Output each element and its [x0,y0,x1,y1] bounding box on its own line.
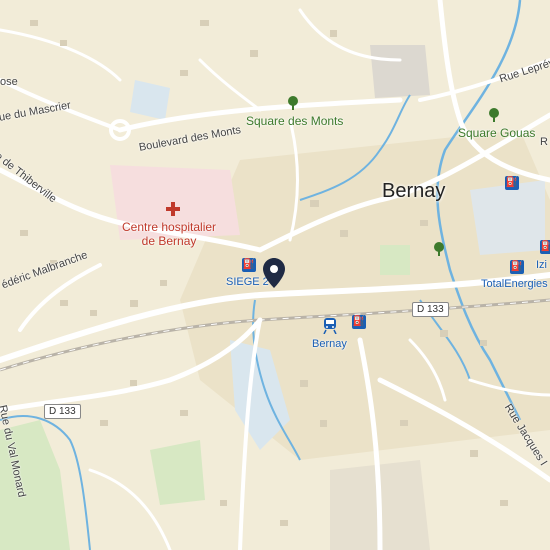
hospital-label-line2: de Bernay [141,234,197,248]
park-area [380,245,410,275]
park-area [150,440,205,505]
tree-icon [488,108,500,127]
road-shield-d133: D 133 [412,302,449,317]
tree-icon [287,96,299,115]
train-icon[interactable] [323,318,337,339]
hospital-cross-icon[interactable] [166,202,180,221]
city-label[interactable]: Bernay [382,180,445,203]
tree-icon [433,242,445,261]
street-label-rose: ose [0,76,18,88]
road-shield-d133: D 133 [44,404,81,419]
poi-label-totalenergies[interactable]: TotalEnergies [481,278,548,290]
street-label-edge: R [540,136,548,148]
industrial-area [370,45,430,98]
fuel-icon[interactable]: ⛽ [242,258,256,272]
park-label-square-gouas[interactable]: Square Gouas [458,126,535,140]
fuel-icon[interactable]: ⛽ [505,176,519,190]
hospital-label-line1: Centre hospitalier [122,220,217,234]
fuel-icon[interactable]: ⛽ [540,240,550,254]
building-block [470,180,545,255]
poi-label-izi[interactable]: Izi [536,259,547,271]
park-label-square-des-monts[interactable]: Square des Monts [246,114,343,128]
fuel-icon[interactable]: ⛽ [510,260,524,274]
fuel-icon[interactable]: ⛽ [352,315,366,329]
map-canvas[interactable]: ose ue du Mascrier e de Thiberville édér… [0,0,550,550]
station-label[interactable]: Bernay [312,338,347,350]
location-pin-icon[interactable] [263,258,285,293]
hospital-label[interactable]: Centre hospitalier de Bernay [122,220,216,248]
